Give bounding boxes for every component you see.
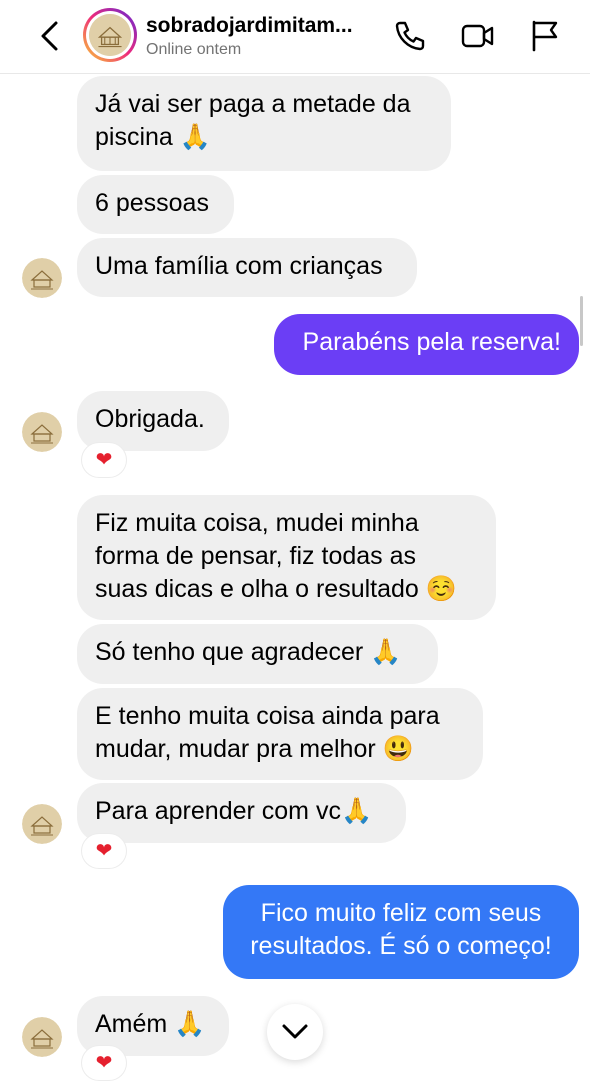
video-icon[interactable] [460, 18, 496, 54]
message-incoming[interactable]: Só tenho que agradecer 🙏 [77, 624, 438, 684]
reaction-badge[interactable]: ❤ [82, 1046, 126, 1080]
scroll-to-bottom-button[interactable] [267, 1004, 323, 1060]
profile-avatar[interactable] [83, 8, 137, 62]
sender-avatar[interactable] [22, 412, 62, 452]
reaction-badge[interactable]: ❤ [82, 443, 126, 477]
back-icon[interactable] [36, 20, 64, 52]
heart-icon: ❤ [95, 449, 113, 471]
sender-avatar[interactable] [22, 1017, 62, 1057]
message-incoming[interactable]: E tenho muita coisa ainda para mudar, mu… [77, 688, 483, 780]
chat-header: sobradojardimitam... Online ontem [0, 0, 590, 74]
message-incoming[interactable]: Para aprender com vc🙏 [77, 783, 406, 843]
scrollbar[interactable] [580, 296, 583, 346]
online-status: Online ontem [146, 41, 242, 58]
heart-icon: ❤ [95, 1052, 113, 1074]
flag-icon[interactable] [528, 18, 564, 54]
message-incoming[interactable]: Já vai ser paga a metade da piscina 🙏 [77, 76, 451, 171]
message-outgoing[interactable]: Fico muito feliz com seus resultados. É … [223, 885, 579, 979]
message-incoming[interactable]: 6 pessoas [77, 175, 234, 234]
sender-avatar[interactable] [22, 258, 62, 298]
chat-title[interactable]: sobradojardimitam... [146, 14, 376, 38]
business-logo-icon [89, 14, 131, 56]
heart-icon: ❤ [95, 840, 113, 862]
message-outgoing[interactable]: Parabéns pela reserva! [274, 314, 579, 375]
phone-icon[interactable] [392, 18, 428, 54]
sender-avatar[interactable] [22, 804, 62, 844]
reaction-badge[interactable]: ❤ [82, 834, 126, 868]
message-incoming[interactable]: Fiz muita coisa, mudei minha forma de pe… [77, 495, 496, 620]
message-incoming[interactable]: Obrigada. [77, 391, 229, 451]
message-incoming[interactable]: Uma família com crianças [77, 238, 417, 297]
chevron-down-icon [282, 1024, 308, 1039]
